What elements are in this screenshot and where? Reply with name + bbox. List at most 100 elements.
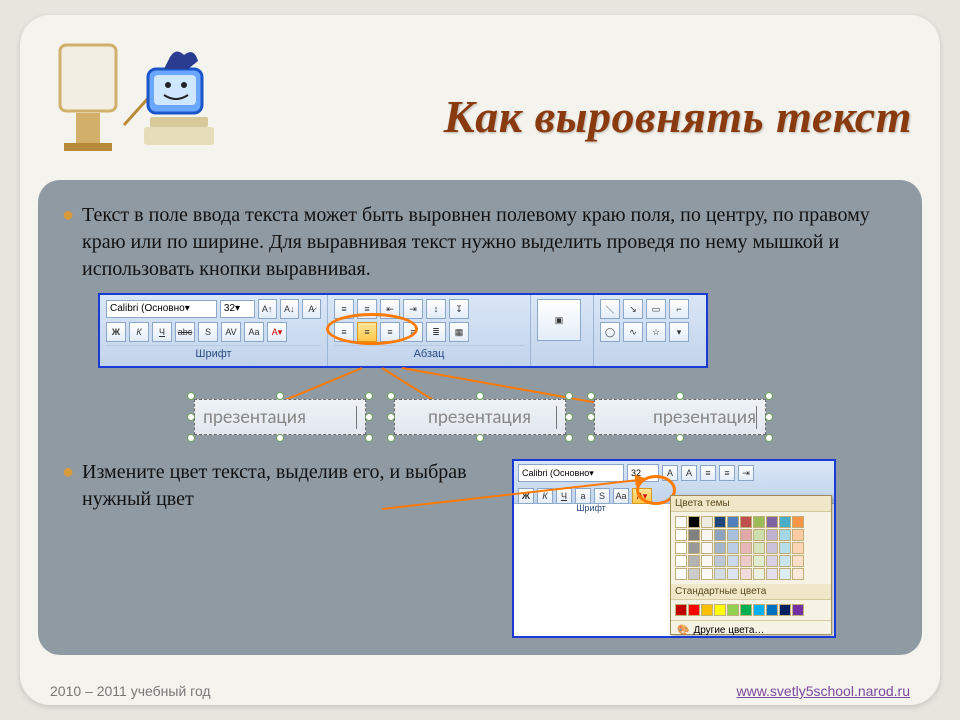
cp-bullets-button[interactable]: ≡: [700, 465, 716, 481]
shape-arrow-icon[interactable]: ↘: [623, 299, 643, 319]
color-swatch[interactable]: [714, 529, 726, 541]
color-swatch[interactable]: [766, 516, 778, 528]
strike-button[interactable]: abc: [175, 322, 195, 342]
grow-font-button[interactable]: A↑: [258, 299, 277, 319]
color-swatch[interactable]: [779, 568, 791, 580]
color-swatch[interactable]: [779, 555, 791, 567]
color-swatch[interactable]: [740, 568, 752, 580]
smartart-button[interactable]: ▦: [449, 322, 469, 342]
color-swatch[interactable]: [675, 555, 687, 567]
line-spacing-button[interactable]: ↕: [426, 299, 446, 319]
color-swatch[interactable]: [792, 529, 804, 541]
columns-button[interactable]: ≣: [426, 322, 446, 342]
color-swatch[interactable]: [792, 555, 804, 567]
cp-numbers-button[interactable]: ≡: [719, 465, 735, 481]
color-swatch[interactable]: [740, 555, 752, 567]
color-swatch[interactable]: [688, 568, 700, 580]
color-swatch[interactable]: [688, 529, 700, 541]
arrange-button[interactable]: ▣: [537, 299, 581, 341]
shape-more-icon[interactable]: ▾: [669, 322, 689, 342]
color-swatch[interactable]: [701, 555, 713, 567]
color-swatch[interactable]: [688, 555, 700, 567]
cp-indent-button[interactable]: ⇥: [738, 465, 754, 481]
color-swatch[interactable]: [701, 568, 713, 580]
color-swatch[interactable]: [753, 555, 765, 567]
color-swatch[interactable]: [688, 604, 700, 616]
color-swatch[interactable]: [740, 604, 752, 616]
color-swatch[interactable]: [792, 516, 804, 528]
color-swatch[interactable]: [727, 604, 739, 616]
clear-format-button[interactable]: A̷: [302, 299, 321, 319]
color-swatch[interactable]: [740, 542, 752, 554]
change-case-button[interactable]: Aa: [244, 322, 264, 342]
color-swatch[interactable]: [792, 568, 804, 580]
color-swatch[interactable]: [753, 604, 765, 616]
color-swatch[interactable]: [766, 568, 778, 580]
color-swatch[interactable]: [701, 542, 713, 554]
color-swatch[interactable]: [714, 604, 726, 616]
color-swatch[interactable]: [701, 529, 713, 541]
color-swatch[interactable]: [753, 542, 765, 554]
slide-footer: 2010 – 2011 учебный год www.svetly5schoo…: [20, 683, 940, 699]
font-color-button[interactable]: A▾: [267, 322, 287, 342]
color-swatch[interactable]: [701, 604, 713, 616]
italic-button[interactable]: К: [129, 322, 149, 342]
color-swatch[interactable]: [753, 516, 765, 528]
color-swatch[interactable]: [792, 542, 804, 554]
color-swatch[interactable]: [688, 542, 700, 554]
underline-button[interactable]: Ч: [152, 322, 172, 342]
color-swatch[interactable]: [766, 604, 778, 616]
shape-oval-icon[interactable]: ◯: [600, 322, 620, 342]
row-color: ● Измените цвет текста, выделив его, и в…: [62, 459, 898, 638]
color-swatch[interactable]: [727, 568, 739, 580]
color-swatch[interactable]: [727, 555, 739, 567]
bullet-1-text: Текст в поле ввода текста может быть выр…: [82, 202, 892, 283]
color-swatch[interactable]: [779, 516, 791, 528]
slide-title: Как выровнять текст: [444, 90, 912, 143]
more-colors-item[interactable]: 🎨 Другие цвета…: [671, 620, 831, 638]
shadow-button[interactable]: S: [198, 322, 218, 342]
color-swatch[interactable]: [727, 529, 739, 541]
color-swatch[interactable]: [753, 568, 765, 580]
char-spacing-button[interactable]: AV: [221, 322, 241, 342]
color-swatch[interactable]: [727, 516, 739, 528]
color-swatch[interactable]: [779, 529, 791, 541]
color-swatch[interactable]: [766, 529, 778, 541]
color-swatch[interactable]: [675, 516, 687, 528]
color-swatch[interactable]: [714, 516, 726, 528]
color-swatch[interactable]: [779, 542, 791, 554]
shrink-font-button[interactable]: A↓: [280, 299, 299, 319]
color-swatch[interactable]: [727, 542, 739, 554]
cp-shrink-button[interactable]: A: [681, 465, 697, 481]
color-swatch[interactable]: [675, 542, 687, 554]
color-swatch[interactable]: [701, 516, 713, 528]
color-swatch[interactable]: [675, 604, 687, 616]
shape-star-icon[interactable]: ☆: [646, 322, 666, 342]
bold-button[interactable]: Ж: [106, 322, 126, 342]
cp-font-combo[interactable]: Calibri (Основно ▾: [518, 464, 624, 482]
indent-inc-button[interactable]: ⇥: [403, 299, 423, 319]
color-swatch[interactable]: [675, 568, 687, 580]
color-swatch[interactable]: [688, 516, 700, 528]
shape-curve-icon[interactable]: ∿: [623, 322, 643, 342]
color-swatch[interactable]: [779, 604, 791, 616]
color-swatch[interactable]: [714, 542, 726, 554]
color-swatch[interactable]: [740, 529, 752, 541]
font-family-combo[interactable]: Calibri (Основно ▾: [106, 300, 217, 318]
color-swatch[interactable]: [714, 555, 726, 567]
color-swatch[interactable]: [675, 529, 687, 541]
color-swatch[interactable]: [766, 555, 778, 567]
font-size-combo[interactable]: 32 ▾: [220, 300, 255, 318]
shape-elbow-icon[interactable]: ⌐: [669, 299, 689, 319]
color-swatch[interactable]: [766, 542, 778, 554]
standard-colors-grid[interactable]: [671, 600, 831, 620]
color-swatch[interactable]: [740, 516, 752, 528]
color-swatch[interactable]: [792, 604, 804, 616]
shape-rect-icon[interactable]: ▭: [646, 299, 666, 319]
text-direction-button[interactable]: ↧: [449, 299, 469, 319]
color-swatch[interactable]: [753, 529, 765, 541]
color-swatch[interactable]: [714, 568, 726, 580]
footer-link[interactable]: www.svetly5school.narod.ru: [736, 683, 910, 699]
theme-colors-grid[interactable]: [671, 512, 831, 584]
shape-line-icon[interactable]: ＼: [600, 299, 620, 319]
